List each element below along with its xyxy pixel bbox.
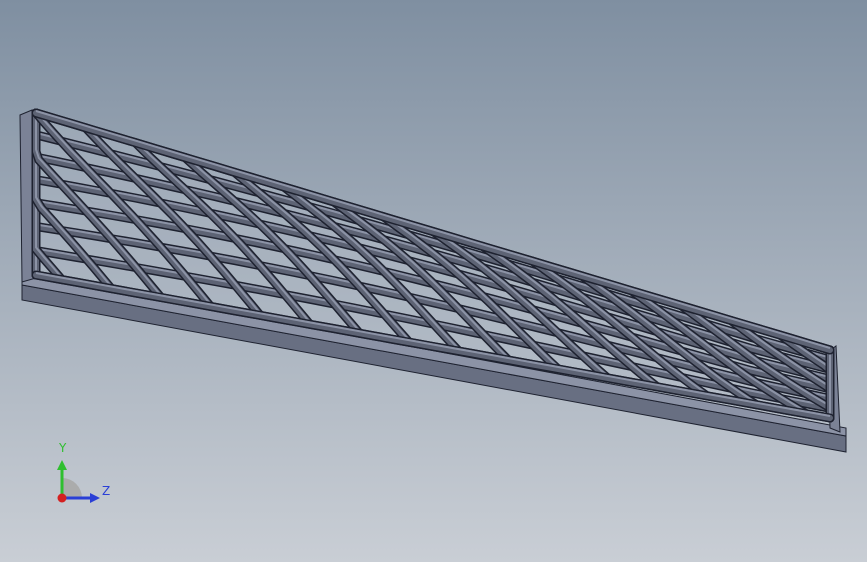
graphics-viewport[interactable]: Y Z — [0, 0, 867, 562]
view-orientation-triad[interactable]: Y Z — [48, 440, 118, 510]
triad-z-label: Z — [102, 484, 111, 498]
triad-y-arrow — [57, 460, 67, 470]
triad-x-axis-dot — [57, 493, 67, 503]
lattice-canopy-model[interactable] — [0, 0, 867, 562]
triad-y-label: Y — [59, 441, 67, 455]
triad-z-arrow — [90, 493, 100, 503]
